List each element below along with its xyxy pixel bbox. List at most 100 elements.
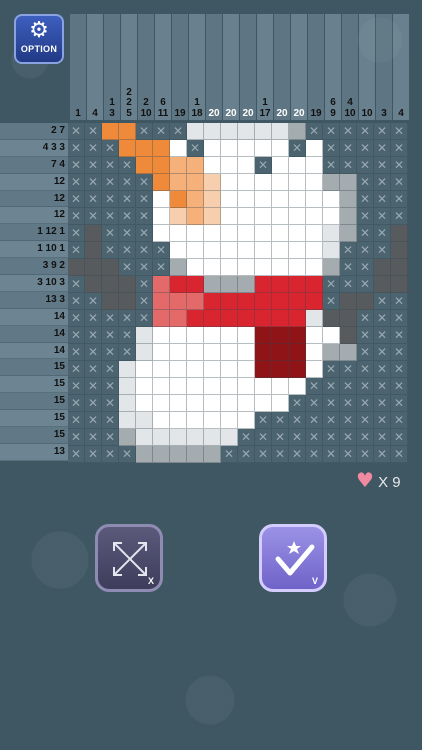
crossed-cell[interactable]: ✕ <box>119 327 136 344</box>
crossed-cell[interactable]: ✕ <box>85 293 102 310</box>
filled-cell[interactable] <box>170 361 187 378</box>
filled-cell[interactable] <box>272 327 289 344</box>
check-mode-button[interactable]: V <box>259 524 327 592</box>
crossed-cell[interactable]: ✕ <box>102 446 119 463</box>
filled-cell[interactable] <box>238 344 255 361</box>
crossed-cell[interactable]: ✕ <box>255 429 272 446</box>
filled-cell[interactable] <box>136 378 153 395</box>
filled-cell[interactable] <box>170 293 187 310</box>
filled-cell[interactable] <box>187 378 204 395</box>
filled-cell[interactable] <box>238 140 255 157</box>
crossed-cell[interactable]: ✕ <box>119 344 136 361</box>
crossed-cell[interactable]: ✕ <box>391 293 408 310</box>
filled-cell[interactable] <box>187 225 204 242</box>
filled-cell[interactable] <box>153 225 170 242</box>
filled-cell[interactable] <box>136 361 153 378</box>
filled-cell[interactable] <box>272 208 289 225</box>
filled-cell[interactable] <box>102 293 119 310</box>
filled-cell[interactable] <box>119 361 136 378</box>
crossed-cell[interactable]: ✕ <box>340 378 357 395</box>
filled-cell[interactable] <box>119 395 136 412</box>
crossed-cell[interactable]: ✕ <box>102 191 119 208</box>
crossed-cell[interactable]: ✕ <box>357 208 374 225</box>
filled-cell[interactable] <box>204 157 221 174</box>
crossed-cell[interactable]: ✕ <box>102 242 119 259</box>
crossed-cell[interactable]: ✕ <box>85 157 102 174</box>
filled-cell[interactable] <box>323 259 340 276</box>
filled-cell[interactable] <box>323 174 340 191</box>
filled-cell[interactable] <box>323 208 340 225</box>
crossed-cell[interactable]: ✕ <box>306 429 323 446</box>
filled-cell[interactable] <box>221 140 238 157</box>
filled-cell[interactable] <box>119 412 136 429</box>
puzzle-grid[interactable]: ✕ ✕ ✕ ✕ ✕ ✕ ✕ ✕ ✕ ✕ ✕ ✕ ✕ ✕ ✕ ✕ ✕ ✕ ✕ ✕ ✕ ✕ ✕ ✕ ✕ ✕ ✕ ✕ ✕ ✕ ✕ ✕ ✕ ✕ ✕ ✕ ✕ ✕ ✕ ✕… <box>68 123 408 463</box>
filled-cell[interactable] <box>255 123 272 140</box>
crossed-cell[interactable]: ✕ <box>357 242 374 259</box>
filled-cell[interactable] <box>204 429 221 446</box>
crossed-cell[interactable]: ✕ <box>374 140 391 157</box>
filled-cell[interactable] <box>221 293 238 310</box>
filled-cell[interactable] <box>170 174 187 191</box>
crossed-cell[interactable]: ✕ <box>85 174 102 191</box>
filled-cell[interactable] <box>272 259 289 276</box>
filled-cell[interactable] <box>391 225 408 242</box>
crossed-cell[interactable]: ✕ <box>391 446 408 463</box>
crossed-cell[interactable]: ✕ <box>102 412 119 429</box>
filled-cell[interactable] <box>136 395 153 412</box>
filled-cell[interactable] <box>340 327 357 344</box>
filled-cell[interactable] <box>272 242 289 259</box>
crossed-cell[interactable]: ✕ <box>357 327 374 344</box>
crossed-cell[interactable]: ✕ <box>238 429 255 446</box>
filled-cell[interactable] <box>187 242 204 259</box>
filled-cell[interactable] <box>153 327 170 344</box>
crossed-cell[interactable]: ✕ <box>102 310 119 327</box>
filled-cell[interactable] <box>221 378 238 395</box>
filled-cell[interactable] <box>170 344 187 361</box>
crossed-cell[interactable]: ✕ <box>289 446 306 463</box>
filled-cell[interactable] <box>238 208 255 225</box>
crossed-cell[interactable]: ✕ <box>374 225 391 242</box>
filled-cell[interactable] <box>255 378 272 395</box>
crossed-cell[interactable]: ✕ <box>102 327 119 344</box>
crossed-cell[interactable]: ✕ <box>323 395 340 412</box>
filled-cell[interactable] <box>255 140 272 157</box>
filled-cell[interactable] <box>306 361 323 378</box>
crossed-cell[interactable]: ✕ <box>238 446 255 463</box>
filled-cell[interactable] <box>187 310 204 327</box>
filled-cell[interactable] <box>323 344 340 361</box>
crossed-cell[interactable]: ✕ <box>323 412 340 429</box>
filled-cell[interactable] <box>255 395 272 412</box>
crossed-cell[interactable]: ✕ <box>68 276 85 293</box>
crossed-cell[interactable]: ✕ <box>170 123 187 140</box>
crossed-cell[interactable]: ✕ <box>391 208 408 225</box>
filled-cell[interactable] <box>221 310 238 327</box>
filled-cell[interactable] <box>272 395 289 412</box>
filled-cell[interactable] <box>289 157 306 174</box>
cross-mode-button[interactable]: X <box>95 524 163 592</box>
filled-cell[interactable] <box>187 259 204 276</box>
crossed-cell[interactable]: ✕ <box>119 242 136 259</box>
filled-cell[interactable] <box>255 276 272 293</box>
filled-cell[interactable] <box>170 412 187 429</box>
crossed-cell[interactable]: ✕ <box>68 157 85 174</box>
crossed-cell[interactable]: ✕ <box>306 395 323 412</box>
crossed-cell[interactable]: ✕ <box>340 395 357 412</box>
filled-cell[interactable] <box>187 395 204 412</box>
filled-cell[interactable] <box>255 310 272 327</box>
filled-cell[interactable] <box>187 361 204 378</box>
filled-cell[interactable] <box>306 225 323 242</box>
crossed-cell[interactable]: ✕ <box>153 242 170 259</box>
filled-cell[interactable] <box>170 191 187 208</box>
crossed-cell[interactable]: ✕ <box>119 310 136 327</box>
crossed-cell[interactable]: ✕ <box>357 395 374 412</box>
filled-cell[interactable] <box>289 123 306 140</box>
crossed-cell[interactable]: ✕ <box>68 225 85 242</box>
filled-cell[interactable] <box>289 293 306 310</box>
filled-cell[interactable] <box>170 395 187 412</box>
filled-cell[interactable] <box>391 259 408 276</box>
filled-cell[interactable] <box>204 446 221 463</box>
filled-cell[interactable] <box>272 361 289 378</box>
filled-cell[interactable] <box>221 225 238 242</box>
filled-cell[interactable] <box>306 242 323 259</box>
crossed-cell[interactable]: ✕ <box>68 242 85 259</box>
